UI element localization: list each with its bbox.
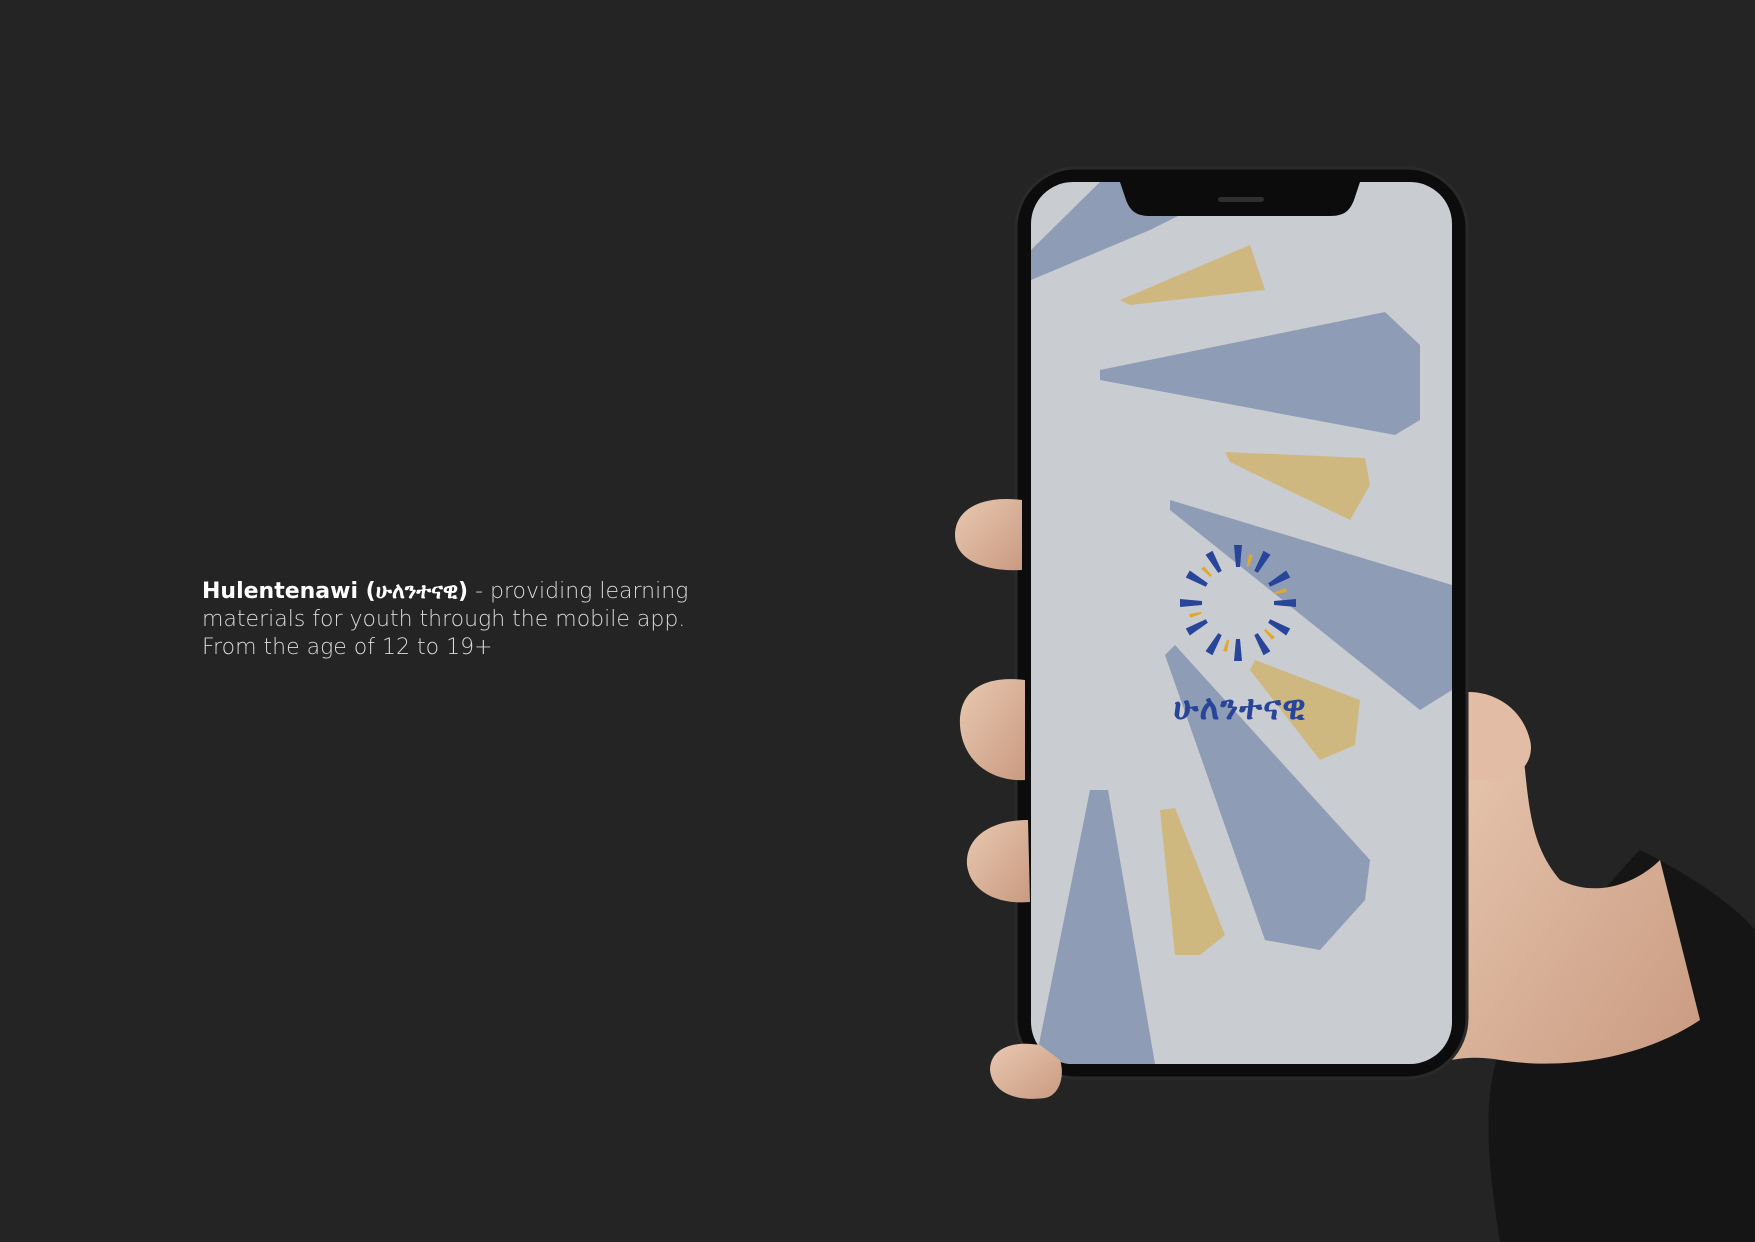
speaker-grill [1218, 197, 1264, 202]
finger-1 [955, 499, 1022, 571]
phone-mockup-scene [955, 166, 1755, 1242]
finger-3 [966, 820, 1030, 903]
app-logo-wordmark: ሁለንተናዊ [1173, 688, 1307, 728]
finger-2 [959, 679, 1025, 781]
